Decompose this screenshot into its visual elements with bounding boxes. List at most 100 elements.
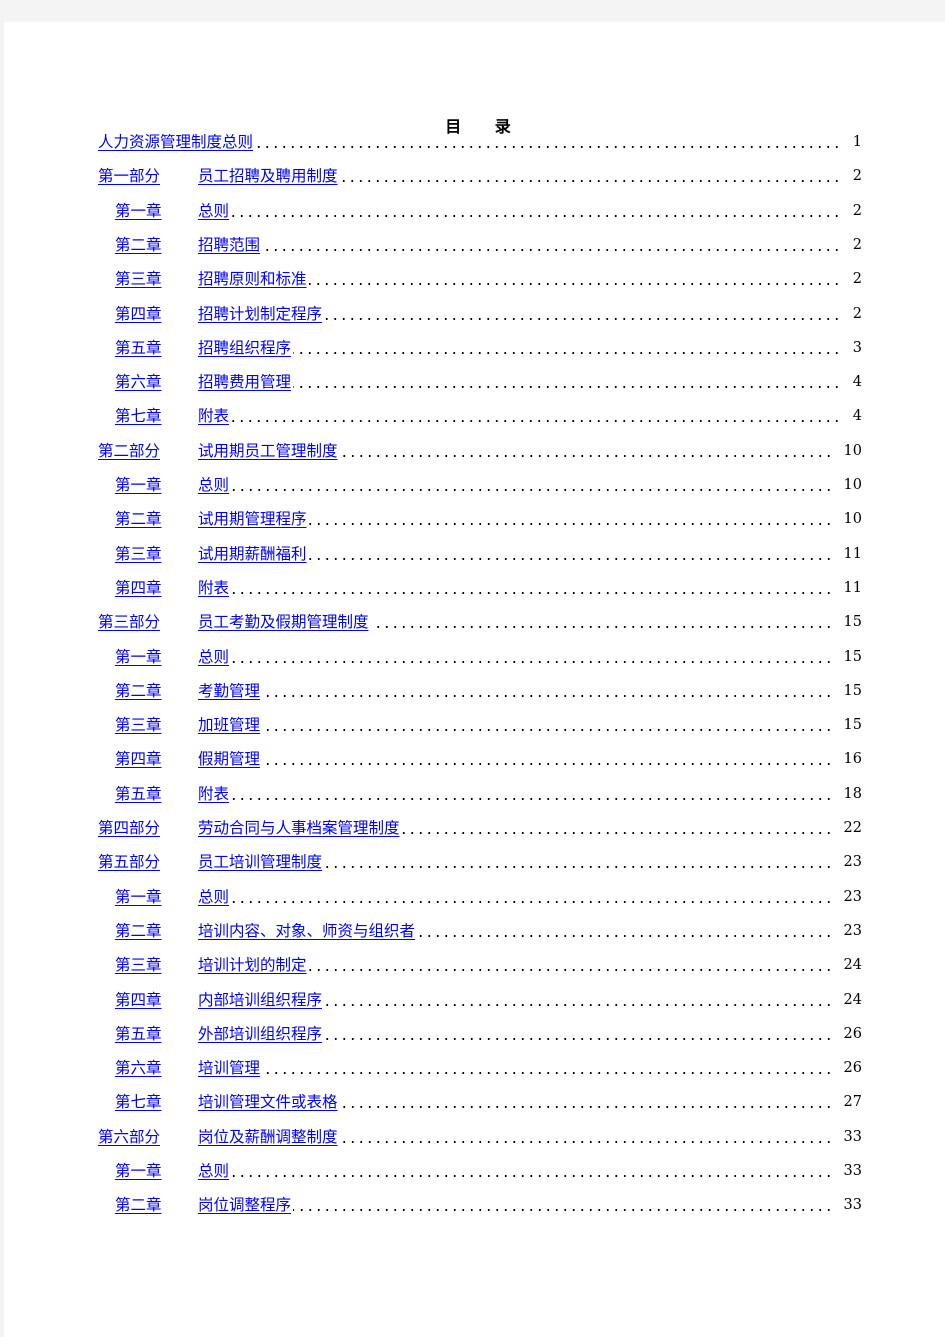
toc-title-link[interactable]: 培训计划的制定 — [198, 954, 309, 977]
toc-title-link[interactable]: 附表 — [198, 405, 232, 428]
toc-part-label-link[interactable]: 第四部分 — [98, 817, 160, 839]
dot-leader — [198, 748, 833, 770]
page-number: 15 — [843, 648, 862, 665]
toc-entry: 第七章 附表 4 — [4, 405, 945, 428]
toc-entry: 第二章 招聘范围 2 — [4, 233, 945, 256]
toc-chapter-label-link[interactable]: 第三章 — [115, 954, 162, 976]
toc-chapter-label-link[interactable]: 第一章 — [115, 200, 162, 222]
toc-title-link[interactable]: 附表 — [198, 782, 232, 805]
toc-chapter-label-link[interactable]: 第四章 — [115, 577, 162, 599]
toc-part-label-link[interactable]: 第三部分 — [98, 611, 160, 633]
toc-part-label-link[interactable]: 第二部分 — [98, 440, 160, 462]
toc-chapter-label-link[interactable]: 第五章 — [115, 783, 162, 805]
toc-chapter-label-link[interactable]: 第一章 — [115, 474, 162, 496]
toc-entry: 第五章 招聘组织程序 3 — [4, 336, 945, 359]
toc-title-link[interactable]: 总则 — [198, 885, 232, 908]
dot-leader — [198, 1194, 833, 1216]
toc-chapter-label-link[interactable]: 第四章 — [115, 989, 162, 1011]
toc-title-link[interactable]: 考勤管理 — [198, 679, 263, 702]
page-number: 10 — [843, 442, 862, 459]
toc-entry: 第二章 岗位调整程序 33 — [4, 1194, 945, 1217]
toc-title-link[interactable]: 招聘范围 — [198, 233, 263, 256]
toc-title-link[interactable]: 总则 — [198, 645, 232, 668]
toc-title-link[interactable]: 加班管理 — [198, 714, 263, 737]
toc-entry: 第四章 假期管理 16 — [4, 748, 945, 771]
page-number: 18 — [843, 785, 862, 802]
toc-title-link[interactable]: 内部培训组织程序 — [198, 988, 325, 1011]
toc-chapter-label-link[interactable]: 第一章 — [115, 646, 162, 668]
toc-title-link[interactable]: 招聘计划制定程序 — [198, 302, 325, 325]
toc-title-link[interactable]: 招聘费用管理 — [198, 371, 294, 394]
toc-chapter-label-link[interactable]: 第六章 — [115, 1057, 162, 1079]
toc-chapter-label-link[interactable]: 第三章 — [115, 268, 162, 290]
toc-title-link[interactable]: 试用期员工管理制度 — [198, 439, 340, 462]
toc-title-link[interactable]: 总则 — [198, 474, 232, 496]
toc-title-link[interactable]: 人力资源管理制度总则 — [98, 131, 256, 153]
toc-chapter-label-link[interactable]: 第四章 — [115, 303, 162, 325]
toc-entry: 第四章 内部培训组织程序 24 — [4, 988, 945, 1011]
toc-title-link[interactable]: 培训管理文件或表格 — [198, 1091, 340, 1114]
dot-leader — [198, 646, 833, 668]
page-number: 15 — [843, 717, 862, 734]
toc-title-link[interactable]: 劳动合同与人事档案管理制度 — [198, 817, 402, 839]
toc-part-label-link[interactable]: 第五部分 — [98, 851, 160, 873]
toc-entry: 第四章 招聘计划制定程序 2 — [4, 302, 945, 325]
toc-chapter-label-link[interactable]: 第一章 — [115, 886, 162, 908]
toc-title-link[interactable]: 岗位及薪酬调整制度 — [198, 1125, 340, 1148]
toc-title-link[interactable]: 员工招聘及聘用制度 — [198, 165, 340, 188]
toc-chapter-label-link[interactable]: 第二章 — [115, 680, 162, 702]
toc-part-label-link[interactable]: 第一部分 — [98, 165, 160, 187]
toc-chapter-label-link[interactable]: 第七章 — [115, 405, 162, 427]
toc-title-link[interactable]: 培训内容、对象、师资与组织者 — [198, 919, 418, 942]
dot-leader — [198, 371, 841, 393]
dot-leader — [198, 234, 841, 256]
toc-chapter-label-link[interactable]: 第五章 — [115, 1023, 162, 1045]
dot-leader — [198, 783, 833, 805]
toc-entry: 第一章 总则 33 — [4, 1160, 945, 1182]
toc-chapter-label-link[interactable]: 第二章 — [115, 1194, 162, 1216]
toc-entry: 第三部分 员工考勤及假期管理制度 15 — [4, 611, 945, 634]
toc-entry: 第六部分 岗位及薪酬调整制度 33 — [4, 1125, 945, 1148]
toc-entry: 第五章 附表 18 — [4, 782, 945, 805]
toc-title-link[interactable]: 试用期薪酬福利 — [198, 542, 309, 565]
toc-chapter-label-link[interactable]: 第七章 — [115, 1091, 162, 1113]
toc-chapter-label-link[interactable]: 第二章 — [115, 508, 162, 530]
toc-title-link[interactable]: 附表 — [198, 576, 232, 599]
toc-entry: 第五部分 员工培训管理制度 23 — [4, 851, 945, 874]
toc-title-link[interactable]: 招聘组织程序 — [198, 336, 294, 359]
page-number: 16 — [843, 751, 862, 768]
toc-title-link[interactable]: 岗位调整程序 — [198, 1194, 294, 1217]
toc-entry: 第六章 培训管理 26 — [4, 1057, 945, 1080]
toc-chapter-label-link[interactable]: 第四章 — [115, 748, 162, 770]
toc-title-link[interactable]: 总则 — [198, 199, 232, 222]
toc-chapter-label-link[interactable]: 第五章 — [115, 337, 162, 359]
toc-entry: 第四章 附表 11 — [4, 576, 945, 599]
toc-title-link[interactable]: 总则 — [198, 1160, 232, 1182]
page-number: 15 — [843, 614, 862, 631]
toc-title-link[interactable]: 员工考勤及假期管理制度 — [198, 611, 371, 634]
dot-leader — [198, 200, 841, 222]
dot-leader — [198, 680, 833, 702]
page-number: 23 — [843, 888, 862, 905]
dot-leader — [198, 337, 841, 359]
toc-title-link[interactable]: 外部培训组织程序 — [198, 1022, 325, 1045]
toc-title-link[interactable]: 假期管理 — [198, 748, 263, 771]
toc-entry: 第三章 试用期薪酬福利 11 — [4, 542, 945, 565]
toc-title-link[interactable]: 招聘原则和标准 — [198, 268, 309, 291]
toc-title-link[interactable]: 培训管理 — [198, 1057, 263, 1080]
page-number: 24 — [843, 991, 862, 1008]
toc-chapter-label-link[interactable]: 第二章 — [115, 234, 162, 256]
toc-chapter-label-link[interactable]: 第六章 — [115, 371, 162, 393]
toc-chapter-label-link[interactable]: 第三章 — [115, 714, 162, 736]
toc-entry: 第四部分 劳动合同与人事档案管理制度 22 — [4, 817, 945, 839]
toc-part-label-link[interactable]: 第六部分 — [98, 1126, 160, 1148]
page-number: 10 — [843, 511, 862, 528]
toc-title-link[interactable]: 员工培训管理制度 — [198, 851, 325, 874]
toc-chapter-label-link[interactable]: 第二章 — [115, 920, 162, 942]
toc-chapter-label-link[interactable]: 第一章 — [115, 1160, 162, 1182]
toc-title-link[interactable]: 试用期管理程序 — [198, 508, 309, 531]
toc-chapter-label-link[interactable]: 第三章 — [115, 543, 162, 565]
toc-entry: 第三章 培训计划的制定 24 — [4, 954, 945, 977]
page-number: 15 — [843, 682, 862, 699]
page-number: 26 — [843, 1060, 862, 1077]
